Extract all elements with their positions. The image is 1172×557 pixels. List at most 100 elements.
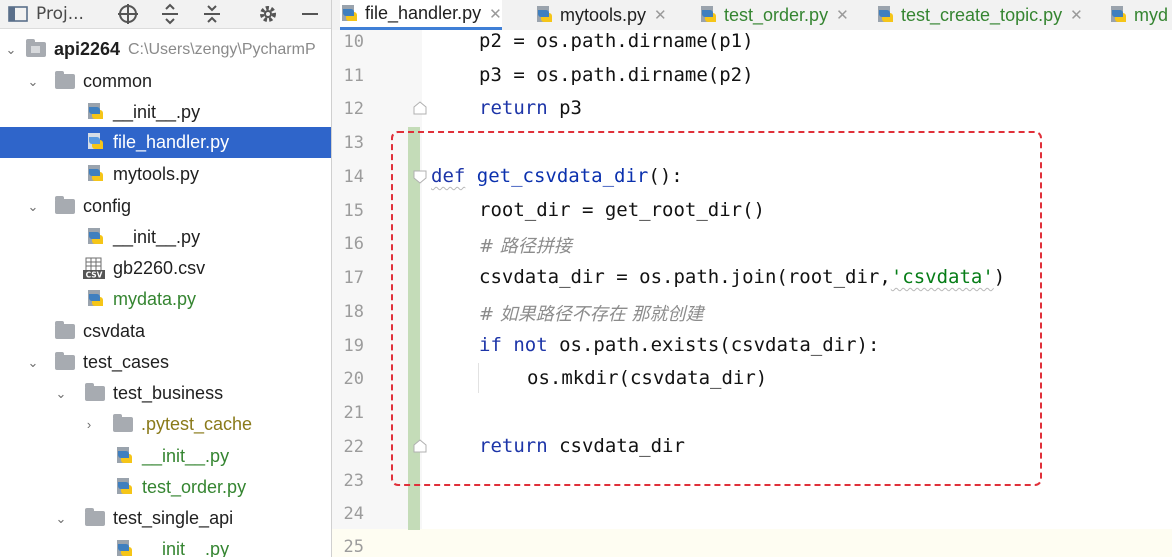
line-number: 18 (343, 302, 364, 322)
fold-end-icon[interactable] (413, 101, 427, 115)
python-file-icon (701, 6, 716, 22)
tab-test-create-topic[interactable]: test_create_topic.py ✕ (876, 0, 1083, 30)
line-number: 25 (343, 537, 364, 557)
code-text: p3 (547, 97, 582, 119)
tree-file-file-handler[interactable]: file_handler.py (0, 127, 331, 158)
folder-icon (55, 321, 75, 339)
tree-folder-test-business[interactable]: ⌄ test_business (0, 378, 331, 409)
tree-item-label: mydata.py (113, 289, 197, 309)
tree-item-label: mytools.py (113, 164, 200, 184)
tab-mydata[interactable]: myd (1109, 0, 1168, 30)
tree-item-label: config (83, 196, 132, 216)
line-number: 16 (343, 234, 364, 254)
python-file-icon (88, 103, 103, 119)
gear-icon[interactable] (257, 3, 279, 25)
tree-item-label: csvdata (83, 321, 146, 341)
tab-test-order[interactable]: test_order.py ✕ (699, 0, 849, 30)
tree-file-mytools[interactable]: mytools.py (0, 159, 331, 190)
tree-folder-test-single-api[interactable]: ⌄ test_single_api (0, 503, 331, 534)
line-number: 24 (343, 504, 364, 524)
tree-item-label: test_cases (83, 352, 170, 372)
tree-item-label: __init__.py (142, 446, 230, 466)
python-file-icon (342, 4, 357, 21)
python-file-icon (878, 6, 893, 22)
chevron-down-icon[interactable]: ⌄ (54, 511, 68, 526)
code-text: p3 = os.path.dirname(p2) (479, 64, 754, 86)
project-panel: Proj... ⌄ api2264 C:\Users\zengy\Pycharm… (0, 0, 331, 557)
line-number: 12 (343, 99, 364, 119)
folder-icon (85, 508, 105, 526)
tree-item-label: test_order.py (142, 477, 247, 497)
tree-item-label: __init__.py (113, 102, 201, 122)
line-number: 11 (343, 66, 364, 86)
python-file-icon (117, 478, 132, 494)
project-toolbar: Proj... (0, 0, 331, 29)
tree-folder-config[interactable]: ⌄ config (0, 191, 331, 222)
tree-file-test-order[interactable]: test_order.py (0, 472, 331, 503)
expand-all-icon[interactable] (160, 3, 180, 25)
tree-item-label: test_single_api (113, 508, 234, 528)
chevron-down-icon[interactable]: ⌄ (26, 199, 40, 214)
tree-item-label: __init__.py (113, 227, 201, 247)
python-file-icon (1111, 6, 1126, 22)
chevron-down-icon[interactable]: ⌄ (4, 42, 18, 57)
tree-file-mydata[interactable]: mydata.py (0, 284, 331, 315)
close-icon[interactable]: ✕ (654, 6, 667, 24)
line-number: 14 (343, 167, 364, 187)
line-number: 15 (343, 201, 364, 221)
chevron-down-icon[interactable]: ⌄ (26, 74, 40, 89)
close-icon[interactable]: ✕ (489, 5, 502, 23)
code-line-11[interactable]: p3 = os.path.dirname(p2) (479, 64, 754, 86)
tree-item-label: file_handler.py (113, 132, 230, 152)
tree-folder-csvdata[interactable]: csvdata (0, 316, 331, 347)
tree-root-api2264[interactable]: ⌄ api2264 C:\Users\zengy\PycharmP (0, 34, 331, 65)
hide-panel-icon[interactable] (300, 3, 320, 25)
project-tool-window-icon[interactable] (8, 3, 28, 25)
code-line-10[interactable]: p2 = os.path.dirname(p1) (479, 30, 754, 52)
chevron-right-icon[interactable]: › (82, 417, 96, 432)
folder-icon (55, 352, 75, 370)
tab-label: myd (1134, 4, 1169, 25)
line-number: 23 (343, 471, 364, 491)
tree-item-label: test_business (113, 383, 224, 403)
chevron-down-icon[interactable]: ⌄ (54, 386, 68, 401)
tree-item-label: .pytest_cache (141, 414, 253, 434)
chevron-down-icon[interactable]: ⌄ (26, 355, 40, 370)
annotation-highlight-box (391, 131, 1042, 486)
tab-file-handler[interactable]: file_handler.py ✕ (340, 0, 502, 30)
line-number: 10 (343, 32, 364, 52)
tree-item-label: gb2260.csv (113, 258, 206, 278)
tree-folder-test-cases[interactable]: ⌄ test_cases (0, 347, 331, 378)
code-line-12[interactable]: return p3 (479, 97, 582, 119)
locate-icon[interactable] (117, 3, 139, 25)
folder-icon (113, 414, 133, 432)
tab-label: file_handler.py (365, 3, 482, 23)
collapse-all-icon[interactable] (202, 3, 222, 25)
tree-file-init[interactable]: __init__.py (0, 222, 331, 253)
tree-folder-pytest-cache[interactable]: › .pytest_cache (0, 409, 331, 440)
close-icon[interactable]: ✕ (836, 6, 849, 24)
svg-text:CSV: CSV (86, 271, 103, 280)
line-number: 17 (343, 268, 364, 288)
tab-mytools[interactable]: mytools.py ✕ (535, 0, 667, 30)
tree-file-init[interactable]: __init__.py (0, 534, 331, 557)
tree-item-label: __init__.py (142, 539, 230, 557)
tab-label: test_create_topic.py (901, 4, 1063, 25)
tree-item-label: api2264 (54, 39, 121, 59)
python-file-icon (88, 228, 103, 244)
tree-file-gb2260[interactable]: CSV gb2260.csv (0, 253, 331, 284)
csv-file-icon: CSV (83, 257, 105, 279)
folder-icon (85, 383, 105, 401)
python-file-icon (88, 133, 103, 149)
line-number: 13 (343, 133, 364, 153)
python-file-icon (117, 447, 132, 463)
tab-label: mytools.py (560, 4, 647, 25)
line-number: 22 (343, 437, 364, 457)
tree-file-init[interactable]: __init__.py (0, 441, 331, 472)
folder-icon (55, 71, 75, 89)
project-panel-title[interactable]: Proj... (36, 3, 84, 25)
tree-folder-common[interactable]: ⌄ common (0, 66, 331, 97)
tree-file-init[interactable]: __init__.py (0, 97, 331, 128)
tab-label: test_order.py (724, 4, 829, 25)
close-icon[interactable]: ✕ (1070, 6, 1083, 24)
